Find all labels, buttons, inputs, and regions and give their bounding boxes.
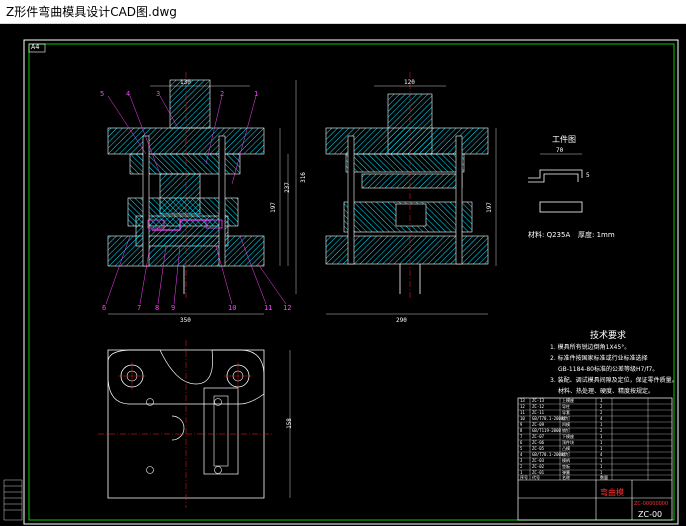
tech-line-3: 3. 装配、调试模具间隙及定位，保证零件质量。 [550, 377, 678, 384]
dim-side-base: 290 [396, 317, 407, 324]
plan-view [98, 340, 291, 508]
side-view [325, 72, 497, 315]
title-block-red-code: ZC-00000000 [634, 501, 669, 507]
dim-work-len: 70 [556, 147, 564, 154]
dim-front-base: 350 [180, 317, 191, 324]
dim-front-h3: 197 [269, 202, 277, 213]
tech-line-2: GB-1184-80标准的公差等级H7/f7。 [558, 366, 659, 373]
title-block-code: ZC-00 [638, 510, 663, 519]
callout-bottom-5: 11 [264, 304, 273, 312]
tech-title: 技术要求 [590, 331, 627, 341]
dim-plan-h: 158 [285, 418, 293, 429]
callout-top-2: 3 [156, 90, 161, 98]
dim-front-h2: 316 [299, 172, 307, 183]
tech-line-4: 材料、热处理、硬度、精度按规定。 [558, 388, 655, 395]
workpiece-title: 工件图 [552, 135, 576, 144]
tech-line-1: 2. 标准件按国家标准或行业标准选择 [550, 355, 648, 362]
dim-side-top: 120 [404, 79, 415, 86]
left-marker-column [3, 479, 23, 521]
callout-bottom-6: 12 [283, 304, 292, 312]
dim-front-top: 130 [180, 79, 191, 86]
dim-front-h1: 237 [283, 182, 291, 193]
callout-bottom-4: 10 [228, 304, 237, 312]
sheet-tag: A4 [31, 43, 40, 51]
callout-top-0: 5 [100, 90, 105, 98]
dim-work-h: 5 [586, 172, 590, 179]
window-titlebar: Z形件弯曲模具设计CAD图.dwg [0, 0, 686, 24]
material-line: 材料: Q235A [528, 231, 571, 239]
cad-canvas[interactable]: A4 130 120 237 316 197 197 350 290 158 7… [0, 24, 686, 526]
callout-top-4: 1 [254, 90, 259, 98]
callout-bottom-2: 8 [155, 304, 160, 312]
callout-top-1: 4 [126, 90, 131, 98]
callout-bottom-1: 7 [137, 304, 142, 312]
document-title: Z形件弯曲模具设计CAD图.dwg [6, 5, 177, 19]
callout-bottom-3: 9 [171, 304, 176, 312]
bom-table: 13 ZC-13 上模座 1 12 ZC-12 导柱 2 11 ZC-11 导套 2 10 GB/T… [518, 398, 672, 480]
callout-top-3: 2 [220, 90, 225, 98]
dim-side-h: 197 [485, 202, 493, 213]
title-block-name: 弯曲模 [600, 488, 624, 497]
thickness-line: 厚度: 1mm [578, 231, 615, 239]
callout-bottom-0: 6 [102, 304, 107, 312]
workpiece-view [528, 153, 583, 213]
tech-line-0: 1. 模具所有锐边倒角1X45°。 [550, 344, 631, 351]
bom-header-row: 序号 代号 名称 数量 [520, 475, 608, 480]
front-view [105, 72, 297, 315]
